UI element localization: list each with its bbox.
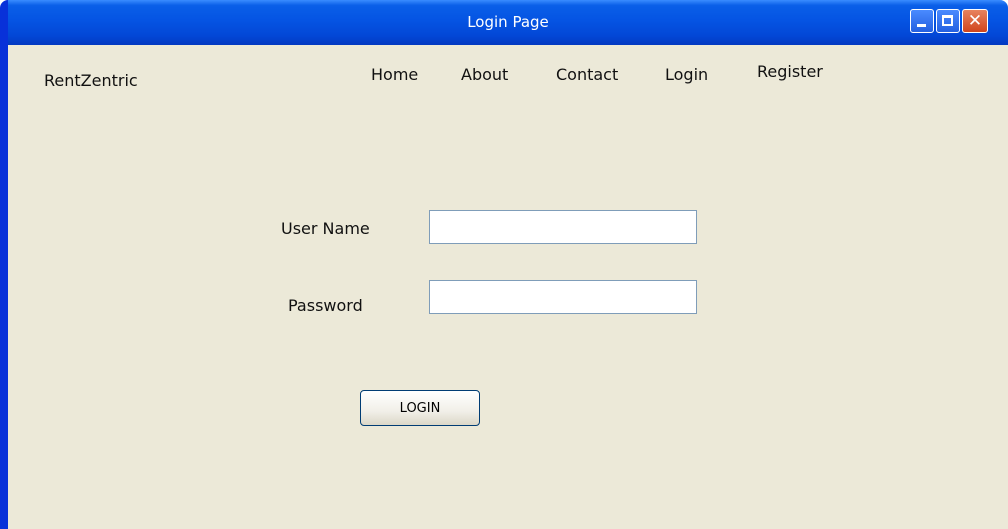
window-title: Login Page	[467, 13, 549, 31]
app-window: Login Page ✕ RentZentric Home About Cont…	[0, 0, 1008, 529]
maximize-button[interactable]	[936, 9, 960, 33]
username-input[interactable]	[429, 210, 697, 244]
maximize-icon	[942, 15, 953, 26]
brand-name: RentZentric	[44, 71, 138, 90]
password-input[interactable]	[429, 280, 697, 314]
title-bar[interactable]: Login Page ✕	[8, 0, 1008, 45]
nav-login[interactable]: Login	[665, 65, 708, 84]
login-button[interactable]: LOGIN	[360, 390, 480, 426]
close-icon: ✕	[967, 11, 983, 31]
minimize-icon	[917, 24, 926, 27]
nav-home[interactable]: Home	[371, 65, 418, 84]
nav-about[interactable]: About	[461, 65, 508, 84]
username-label: User Name	[281, 219, 370, 238]
nav-register[interactable]: Register	[757, 62, 823, 81]
minimize-button[interactable]	[910, 9, 934, 33]
password-label: Password	[288, 296, 363, 315]
close-button[interactable]: ✕	[962, 9, 988, 33]
nav-contact[interactable]: Contact	[556, 65, 618, 84]
